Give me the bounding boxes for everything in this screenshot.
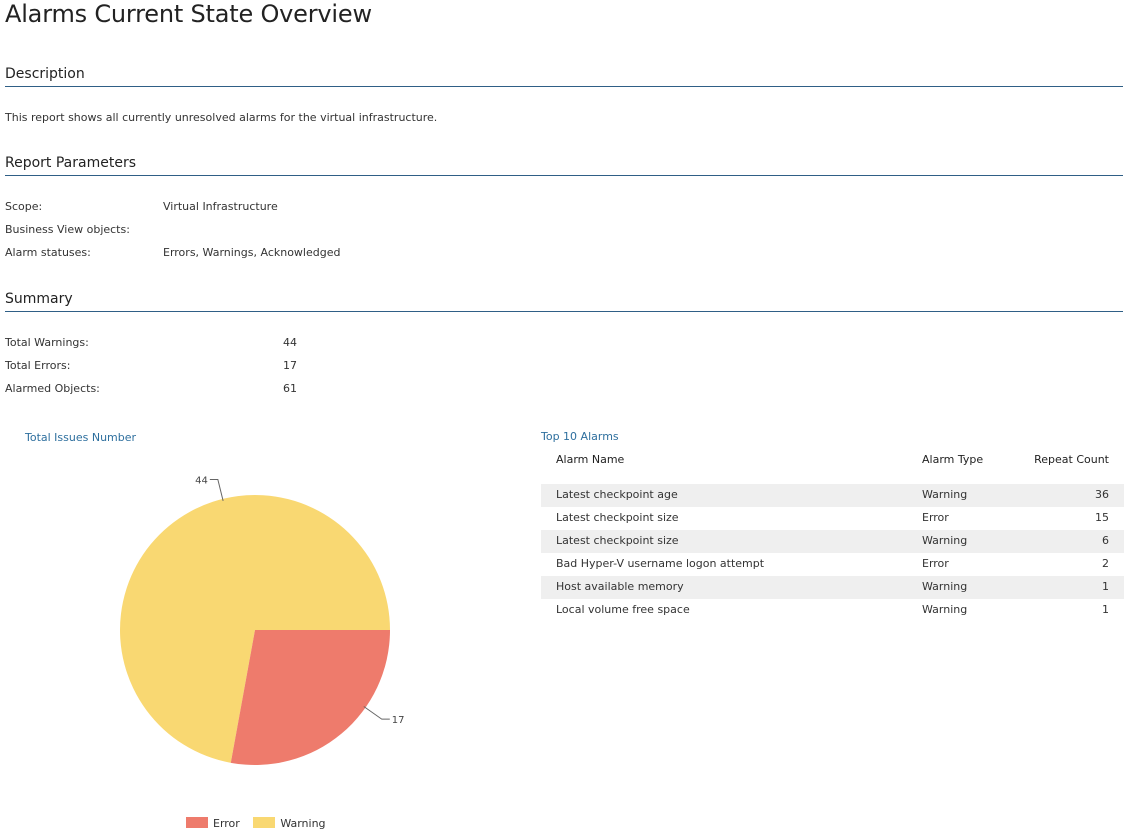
pie-chart: 44 17: [119, 476, 405, 765]
table-row: Latest checkpoint size Warning 6: [541, 530, 1124, 553]
pie-label-warning: 44: [195, 476, 208, 487]
description-heading: Description: [5, 66, 1123, 87]
summary-total-warnings-label: Total Warnings:: [5, 336, 89, 349]
description-text: This report shows all currently unresolv…: [5, 111, 438, 124]
param-scope-value: Virtual Infrastructure: [163, 200, 278, 213]
cell-alarm-name: Latest checkpoint size: [556, 511, 679, 524]
param-alarm-statuses-label: Alarm statuses:: [5, 246, 91, 259]
table-row: Host available memory Warning 1: [541, 576, 1124, 599]
cell-repeat-count: 1: [1102, 603, 1109, 616]
summary-total-warnings-value: 44: [283, 336, 297, 349]
cell-repeat-count: 1: [1102, 580, 1109, 593]
page-title: Alarms Current State Overview: [5, 0, 372, 28]
cell-alarm-name: Local volume free space: [556, 603, 690, 616]
top-alarms-title: Top 10 Alarms: [541, 430, 619, 443]
table-row: Local volume free space Warning 1: [541, 599, 1124, 622]
cell-alarm-type: Error: [922, 511, 949, 524]
cell-repeat-count: 36: [1095, 488, 1109, 501]
param-scope-label: Scope:: [5, 200, 43, 213]
summary-total-errors-label: Total Errors:: [5, 359, 71, 372]
table-row: Latest checkpoint age Warning 36: [541, 484, 1124, 507]
cell-alarm-name: Latest checkpoint size: [556, 534, 679, 547]
cell-alarm-name: Host available memory: [556, 580, 684, 593]
pie-label-error: 17: [392, 715, 405, 726]
cell-alarm-type: Warning: [922, 488, 968, 501]
legend-swatch-error: [186, 817, 208, 828]
col-alarm-type: Alarm Type: [922, 453, 984, 466]
cell-repeat-count: 6: [1102, 534, 1109, 547]
top-alarms-table: Alarm Name Alarm Type Repeat Count Lates…: [541, 446, 1124, 622]
table-row: Bad Hyper-V username logon attempt Error…: [541, 553, 1124, 576]
table-row: Latest checkpoint size Error 15: [541, 507, 1124, 530]
cell-alarm-name: Bad Hyper-V username logon attempt: [556, 557, 765, 570]
col-alarm-name: Alarm Name: [556, 453, 625, 466]
param-business-view-label: Business View objects:: [5, 223, 130, 236]
pie-leader-warning: [209, 479, 224, 501]
legend-swatch-warning: [253, 817, 276, 828]
legend-label-warning: Warning: [280, 817, 326, 830]
legend-label-error: Error: [213, 817, 240, 830]
pie-slice-error: [230, 630, 390, 765]
cell-alarm-type: Error: [922, 557, 949, 570]
param-alarm-statuses-value: Errors, Warnings, Acknowledged: [163, 246, 341, 259]
cell-alarm-type: Warning: [922, 603, 968, 616]
cell-alarm-type: Warning: [922, 580, 968, 593]
pie-legend: Error Warning: [186, 817, 326, 830]
cell-repeat-count: 15: [1095, 511, 1109, 524]
cell-alarm-type: Warning: [922, 534, 968, 547]
pie-leader-error: [363, 706, 390, 720]
summary-alarmed-objects-label: Alarmed Objects:: [5, 382, 100, 395]
summary-heading: Summary: [5, 291, 1123, 312]
cell-repeat-count: 2: [1102, 557, 1109, 570]
table-header: Alarm Name Alarm Type Repeat Count: [541, 446, 1124, 484]
summary-alarmed-objects-value: 61: [283, 382, 297, 395]
col-repeat-count: Repeat Count: [1034, 453, 1109, 466]
cell-alarm-name: Latest checkpoint age: [556, 488, 678, 501]
summary-total-errors-value: 17: [283, 359, 297, 372]
report-parameters-heading: Report Parameters: [5, 155, 1123, 176]
